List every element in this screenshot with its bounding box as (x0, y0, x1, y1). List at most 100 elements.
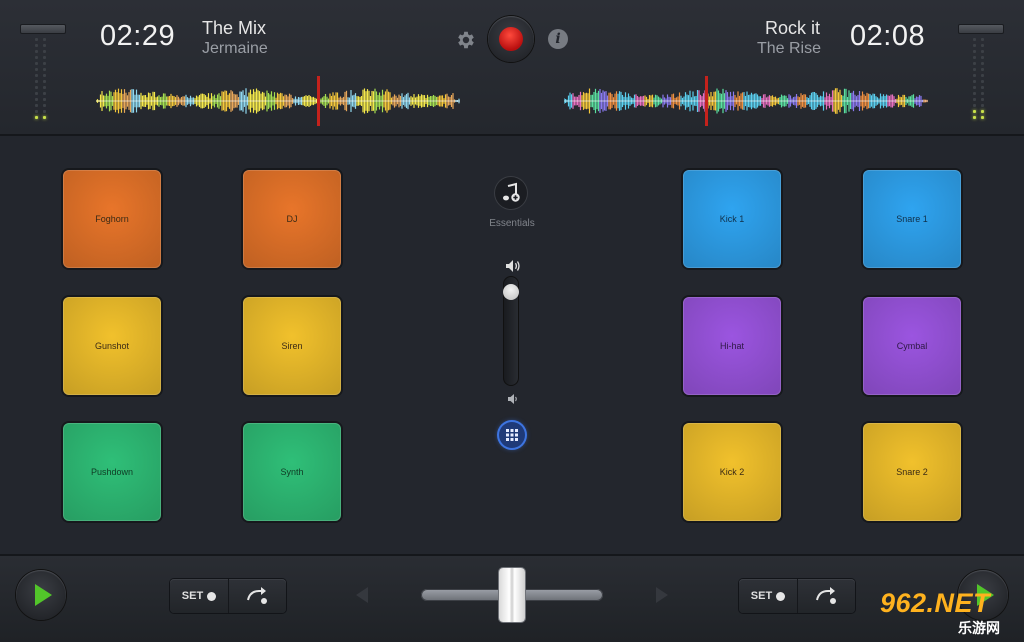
meter-dot (981, 44, 984, 47)
left-play-button[interactable] (16, 570, 66, 620)
crossfader-thumb[interactable] (499, 568, 525, 622)
right-pad[interactable]: Snare 2 (863, 423, 961, 521)
left-pad[interactable]: Gunshot (63, 297, 161, 395)
right-meter-cap (958, 24, 1004, 34)
meter-dot (35, 110, 38, 113)
meter-dot (35, 38, 38, 41)
meter-dot (43, 110, 46, 113)
right-loop-button[interactable] (798, 579, 855, 613)
meter-dot (973, 50, 976, 53)
right-set-cue-button[interactable]: SET (739, 579, 798, 613)
meter-dot (981, 104, 984, 107)
waveform-playhead[interactable] (317, 76, 320, 126)
gear-icon[interactable] (455, 29, 477, 51)
left-waveform[interactable] (96, 72, 460, 130)
meter-dot (973, 56, 976, 59)
meter-dot (981, 80, 984, 83)
volume-slider-thumb[interactable] (503, 283, 519, 300)
right-pad[interactable]: Snare 1 (863, 170, 961, 268)
left-track-title: The Mix (202, 18, 267, 38)
right-pad-label: Kick 1 (719, 214, 745, 224)
essentials-label: Essentials (489, 218, 535, 229)
meter-dot (43, 50, 46, 53)
right-pad-label: Snare 1 (896, 214, 928, 224)
meter-dot (981, 116, 984, 119)
essentials-button[interactable] (495, 177, 527, 209)
right-pad-label: Snare 2 (896, 467, 928, 477)
meter-dot (43, 104, 46, 107)
cue-dot-icon (207, 591, 217, 601)
nudge-left-button[interactable] (356, 587, 368, 603)
left-cue-controls: SET (170, 579, 286, 613)
meter-dot (43, 68, 46, 71)
left-pad-label: Siren (281, 341, 303, 351)
info-icon[interactable]: i (548, 29, 568, 49)
music-note-plus-icon (503, 182, 520, 202)
deck-header: 02:29 The Mix Jermaine 02:08 Rock it The… (0, 0, 1024, 136)
left-pad[interactable]: Siren (243, 297, 341, 395)
left-pad[interactable]: Foghorn (63, 170, 161, 268)
left-pad[interactable]: Synth (243, 423, 341, 521)
left-waveform-graphic (96, 76, 460, 126)
meter-dot (981, 38, 984, 41)
play-icon (35, 584, 52, 606)
left-set-label: SET (181, 590, 204, 602)
meter-dot (43, 116, 46, 119)
meter-dot (973, 86, 976, 89)
meter-dot (981, 74, 984, 77)
left-pad-label: Gunshot (94, 341, 130, 351)
right-pad[interactable]: Cymbal (863, 297, 961, 395)
right-pad[interactable]: Hi-hat (683, 297, 781, 395)
right-pad-label: Kick 2 (719, 467, 745, 477)
left-loop-button[interactable] (229, 579, 286, 613)
meter-dot (35, 74, 38, 77)
right-waveform-graphic (564, 76, 928, 126)
meter-dot (981, 50, 984, 53)
waveform-playhead[interactable] (705, 76, 708, 126)
left-pad-label: Foghorn (95, 214, 129, 224)
left-level-meter (20, 24, 66, 124)
meter-dot (981, 56, 984, 59)
meter-dot (43, 80, 46, 83)
meter-dot (981, 62, 984, 65)
right-track-title: Rock it (764, 18, 820, 38)
left-pad[interactable]: DJ (243, 170, 341, 268)
right-cue-controls: SET (739, 579, 855, 613)
meter-dot (43, 98, 46, 101)
meter-dot (43, 74, 46, 77)
right-pad[interactable]: Kick 1 (683, 170, 781, 268)
left-pad-label: Synth (280, 467, 304, 477)
loop-arrow-icon (247, 587, 267, 604)
record-button[interactable] (488, 16, 534, 62)
meter-dot (973, 38, 976, 41)
meter-dot (43, 56, 46, 59)
meter-dot (35, 62, 38, 65)
right-track-artist: The Rise (756, 40, 821, 57)
right-pad[interactable]: Kick 2 (683, 423, 781, 521)
meter-dot (43, 44, 46, 47)
left-meter-cap (20, 24, 66, 34)
meter-dot (35, 50, 38, 53)
watermark-brand: 962.NET (880, 588, 991, 618)
left-pad[interactable]: Pushdown (63, 423, 161, 521)
meter-dot (973, 110, 976, 113)
right-meter-dots (973, 38, 987, 122)
right-pad-label: Cymbal (896, 341, 928, 351)
left-set-cue-button[interactable]: SET (170, 579, 229, 613)
meter-dot (35, 68, 38, 71)
meter-dot (981, 92, 984, 95)
meter-dot (35, 44, 38, 47)
meter-dot (973, 92, 976, 95)
speaker-loud-icon (505, 259, 521, 278)
right-waveform[interactable] (564, 72, 928, 130)
cue-dot-icon (776, 591, 786, 601)
watermark-subtitle: 乐游网 (958, 620, 1000, 636)
meter-dot (43, 92, 46, 95)
grid-button[interactable] (499, 422, 525, 448)
left-track-artist: Jermaine (202, 40, 268, 57)
meter-dot (981, 98, 984, 101)
left-pad-label: Pushdown (90, 467, 134, 477)
nudge-right-button[interactable] (656, 587, 668, 603)
meter-dot (35, 86, 38, 89)
left-deck-time: 02:29 (100, 20, 176, 52)
